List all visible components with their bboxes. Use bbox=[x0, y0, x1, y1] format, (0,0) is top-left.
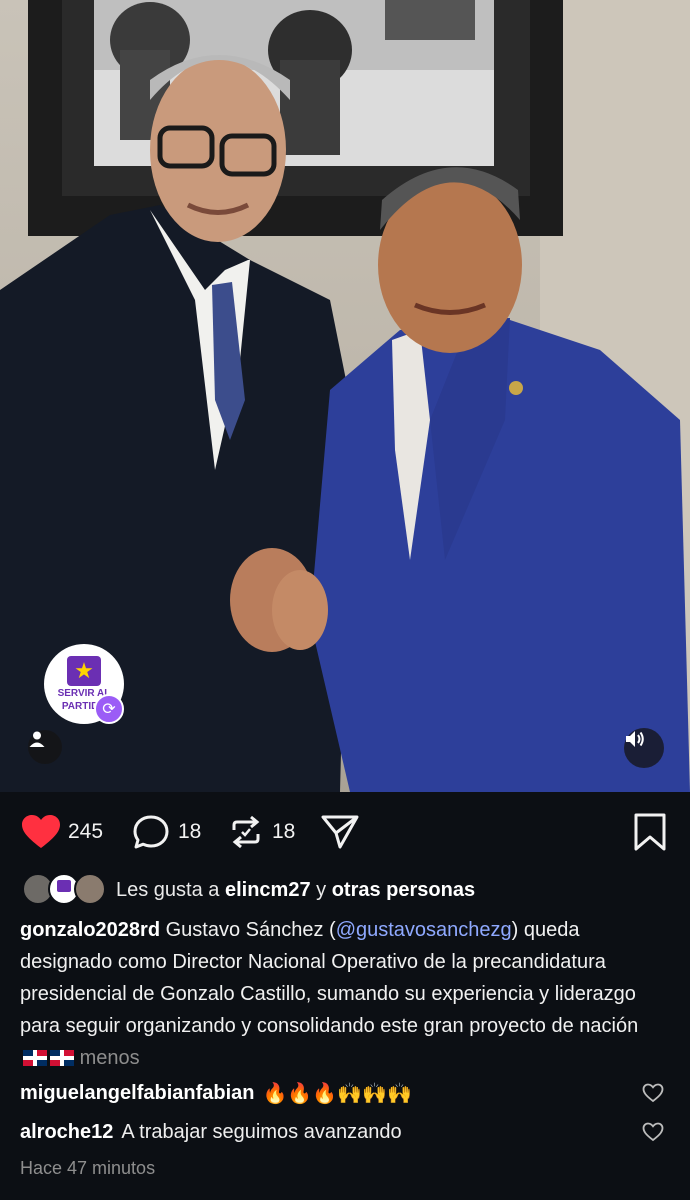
comment-item: miguelangelfabianfabian 🔥🔥🔥🙌🙌🙌 bbox=[20, 1078, 670, 1108]
comment-item: alroche12 A trabajar seguimos avanzando bbox=[20, 1117, 670, 1147]
share-button[interactable] bbox=[320, 812, 360, 852]
liked-by-connector: y bbox=[310, 878, 332, 901]
caption-username[interactable]: gonzalo2028rd bbox=[20, 919, 160, 941]
comment-text: A trabajar seguimos avanzando bbox=[121, 1120, 402, 1143]
reposts-count: 18 bbox=[272, 820, 296, 843]
liked-by-others[interactable]: otras personas bbox=[332, 879, 475, 901]
comment-like-icon[interactable] bbox=[642, 1083, 664, 1103]
repost-badge-icon[interactable]: ⟳ bbox=[94, 694, 124, 724]
less-link[interactable]: menos bbox=[80, 1047, 140, 1069]
liked-by-row[interactable]: Les gusta a elincm27 y otras personas bbox=[22, 872, 475, 908]
tagged-people-icon[interactable] bbox=[28, 730, 62, 764]
comment-username[interactable]: miguelangelfabianfabian bbox=[20, 1082, 254, 1105]
repost-icon bbox=[232, 815, 260, 849]
repost-button[interactable]: 18 bbox=[228, 812, 295, 852]
likes-count: 245 bbox=[68, 820, 104, 843]
caption-text: Gustavo Sánchez ( bbox=[160, 919, 336, 941]
post-photo[interactable]: ★ SERVIR AL PARTIDO ⟳ bbox=[0, 0, 690, 792]
action-bar: 245 18 18 bbox=[0, 808, 690, 856]
comments-count: 18 bbox=[178, 820, 202, 843]
liker-avatars bbox=[22, 873, 106, 907]
post-caption: gonzalo2028rd Gustavo Sánchez (@gustavos… bbox=[20, 914, 660, 1074]
dominican-flag-icon bbox=[23, 1050, 47, 1066]
liked-by-prefix: Les gusta a bbox=[116, 878, 225, 901]
send-icon bbox=[321, 815, 359, 849]
comment-like-icon[interactable] bbox=[642, 1122, 664, 1142]
liked-by-text: Les gusta a elincm27 y otras personas bbox=[116, 879, 475, 902]
bookmark-icon bbox=[634, 813, 666, 851]
comment-username[interactable]: alroche12 bbox=[20, 1121, 113, 1144]
comment-button[interactable]: 18 bbox=[132, 812, 201, 852]
heart-filled-icon bbox=[22, 815, 60, 848]
comment-text: 🔥🔥🔥🙌🙌🙌 bbox=[262, 1082, 412, 1105]
like-button[interactable]: 245 bbox=[22, 812, 103, 852]
dominican-flag-icon bbox=[50, 1050, 74, 1066]
avatar bbox=[74, 873, 106, 905]
save-button[interactable] bbox=[632, 812, 668, 857]
star-icon: ★ bbox=[67, 656, 101, 686]
caption-mention[interactable]: @gustavosanchezg bbox=[336, 919, 512, 941]
post-timestamp: Hace 47 minutos bbox=[20, 1158, 156, 1178]
comment-bubble-icon bbox=[133, 815, 169, 849]
liked-by-user[interactable]: elincm27 bbox=[225, 879, 311, 901]
post-view: ★ SERVIR AL PARTIDO ⟳ 245 18 18 Les gust… bbox=[0, 0, 690, 1200]
sound-icon[interactable] bbox=[624, 728, 664, 768]
